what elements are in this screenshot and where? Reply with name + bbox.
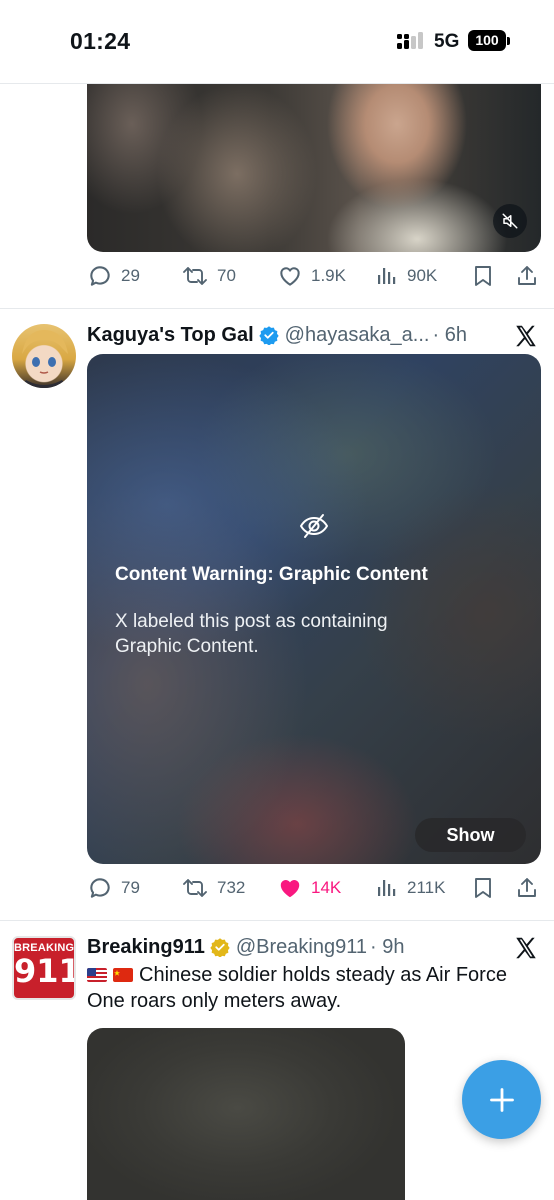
like-count: 1.9K bbox=[311, 266, 346, 285]
post-actions: 79 732 14K 211K bbox=[87, 873, 541, 903]
bookmark-button[interactable] bbox=[471, 261, 495, 291]
views-icon bbox=[378, 268, 396, 284]
reply-button[interactable]: 29 bbox=[87, 261, 140, 291]
repost-icon bbox=[183, 267, 207, 285]
reply-count: 29 bbox=[121, 266, 140, 285]
share-icon bbox=[518, 266, 536, 285]
verified-gold-badge-icon bbox=[210, 938, 230, 957]
plus-icon bbox=[489, 1087, 514, 1112]
post-header: Kaguya's Top Gal @hayasaka_a... · 6h bbox=[87, 321, 467, 349]
repost-button[interactable]: 732 bbox=[181, 873, 245, 903]
author-handle[interactable]: @hayasaka_a... bbox=[285, 324, 430, 347]
share-icon bbox=[518, 878, 536, 897]
heart-icon bbox=[280, 267, 300, 286]
divider bbox=[0, 920, 554, 921]
bookmark-icon bbox=[475, 266, 491, 286]
content-warning-card[interactable]: Content Warning: Graphic Content X label… bbox=[87, 354, 541, 864]
bookmark-icon bbox=[475, 878, 491, 898]
signal-icon bbox=[397, 32, 423, 49]
like-button[interactable]: 14K bbox=[277, 873, 341, 903]
us-flag-icon bbox=[87, 968, 107, 982]
like-count: 14K bbox=[311, 878, 342, 897]
avatar-label-bottom: 911 bbox=[14, 952, 76, 990]
show-button[interactable]: Show bbox=[415, 818, 526, 852]
reply-button[interactable]: 79 bbox=[87, 873, 140, 903]
anime-avatar-icon bbox=[20, 330, 68, 388]
post-actions: 29 70 1.9K 90K bbox=[87, 261, 541, 291]
avatar[interactable] bbox=[12, 324, 76, 388]
china-flag-icon bbox=[113, 968, 133, 982]
views-button[interactable]: 90K bbox=[375, 261, 437, 291]
share-button[interactable] bbox=[515, 873, 539, 903]
eye-slash-icon bbox=[300, 514, 328, 538]
x-logo-icon[interactable] bbox=[513, 323, 539, 349]
x-logo-icon[interactable] bbox=[513, 935, 539, 961]
speaker-muted-icon bbox=[502, 213, 518, 229]
post-header: Breaking911 @Breaking911 · 9h bbox=[87, 933, 404, 961]
post-text: Chinese soldier holds steady as Air Forc… bbox=[87, 962, 537, 1014]
views-count: 90K bbox=[407, 266, 438, 285]
verified-badge-icon bbox=[258, 326, 279, 345]
avatar[interactable]: BREAKING 911 bbox=[12, 936, 76, 1000]
heart-filled-icon bbox=[280, 880, 300, 898]
repost-button[interactable]: 70 bbox=[181, 261, 236, 291]
reply-icon bbox=[90, 878, 110, 898]
bookmark-button[interactable] bbox=[471, 873, 495, 903]
reply-icon bbox=[90, 266, 110, 286]
warning-title: Content Warning: Graphic Content bbox=[115, 564, 428, 585]
repost-count: 70 bbox=[217, 266, 236, 285]
battery-icon: 100 bbox=[468, 30, 506, 51]
author-name[interactable]: Kaguya's Top Gal bbox=[87, 324, 254, 347]
post-text-body: Chinese soldier holds steady as Air Forc… bbox=[87, 964, 507, 1012]
post-time: · 6h bbox=[432, 323, 467, 346]
battery-tip bbox=[507, 37, 510, 45]
network-type: 5G bbox=[434, 31, 460, 52]
reply-count: 79 bbox=[121, 878, 140, 897]
repost-icon bbox=[183, 879, 207, 897]
views-icon bbox=[378, 880, 396, 896]
status-time: 01:24 bbox=[70, 28, 131, 54]
post-time: · 9h bbox=[369, 935, 405, 958]
author-handle[interactable]: @Breaking911 bbox=[236, 936, 367, 959]
compose-button[interactable] bbox=[462, 1060, 541, 1139]
repost-count: 732 bbox=[217, 878, 246, 897]
mute-button[interactable] bbox=[493, 204, 527, 238]
post-image[interactable] bbox=[87, 1028, 405, 1200]
author-name[interactable]: Breaking911 bbox=[87, 936, 205, 959]
divider bbox=[0, 308, 554, 309]
views-button[interactable]: 211K bbox=[375, 873, 445, 903]
post-video[interactable] bbox=[87, 84, 541, 252]
views-count: 211K bbox=[407, 878, 446, 897]
like-button[interactable]: 1.9K bbox=[277, 261, 346, 291]
share-button[interactable] bbox=[515, 261, 539, 291]
warning-description: X labeled this post as containing Graphi… bbox=[115, 611, 388, 657]
status-bar: 01:24 5G 100 bbox=[0, 0, 554, 84]
